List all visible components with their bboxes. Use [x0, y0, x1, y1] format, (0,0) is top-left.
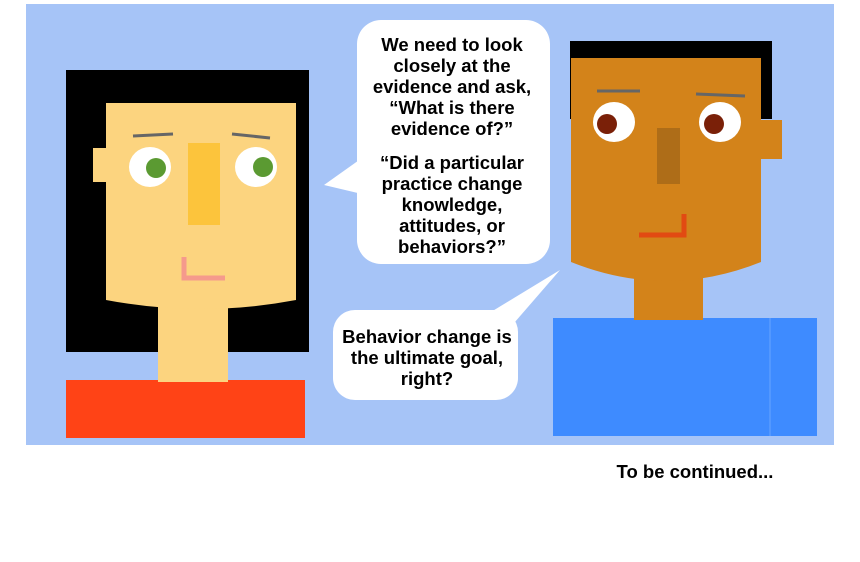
to-be-continued-caption: To be continued...: [616, 461, 774, 482]
woman-ear: [93, 148, 108, 182]
man-shirt: [553, 318, 817, 436]
woman-left-eyebrow: [132, 132, 174, 138]
speech-bubble-1-text: We need to look closely at the evidence …: [362, 34, 542, 257]
man-left-pupil: [597, 114, 617, 134]
man-right-pupil: [704, 114, 724, 134]
speech-bubble-1-paragraph-1: We need to look closely at the evidence …: [372, 34, 532, 139]
woman-left-pupil: [146, 158, 166, 178]
man-nose: [657, 128, 680, 184]
woman-character: [66, 70, 309, 438]
woman-shirt: [66, 380, 305, 438]
woman-right-pupil: [253, 157, 273, 177]
speech-bubble-2-text: Behavior change is the ultimate goal, ri…: [342, 326, 512, 389]
speech-bubble-1-paragraph-2: “Did a particular practice change knowle…: [380, 152, 524, 257]
woman-nose: [188, 143, 220, 225]
man-ear: [759, 120, 782, 159]
man-right-eyebrow: [695, 92, 746, 98]
